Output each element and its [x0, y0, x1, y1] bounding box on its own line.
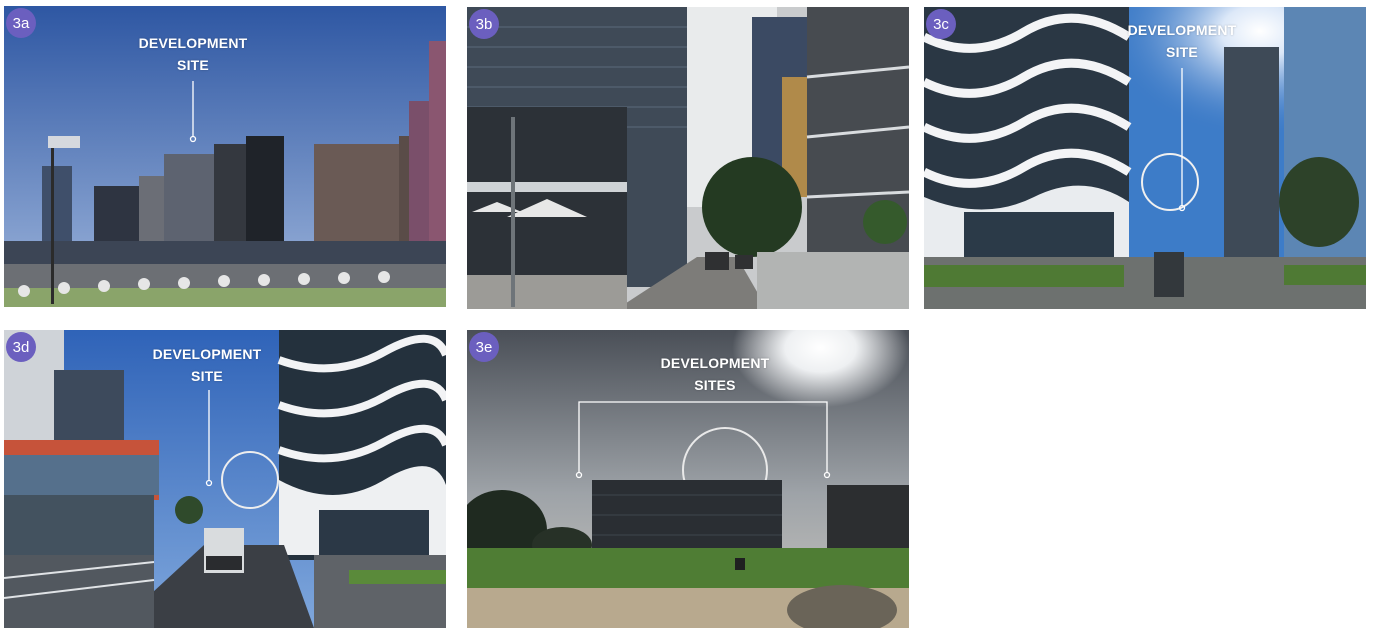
photo-badge: 3a	[6, 8, 36, 38]
photo-badge: 3c	[926, 9, 956, 39]
photo-3a: 3a DEVELOPMENT SITE	[4, 6, 446, 307]
label-line-1: DEVELOPMENT	[138, 35, 248, 51]
development-site-label: DEVELOPMENT SITE	[1107, 19, 1257, 63]
photo-3c: 3c DEVELOPMENT SITE	[924, 7, 1366, 309]
label-line-1: DEVELOPMENT	[1127, 22, 1237, 38]
development-sites-label: DEVELOPMENT SITES	[640, 352, 790, 396]
photo-3e: 3e DEVELOPMENT SITES	[467, 330, 909, 628]
label-line-2: SITES	[694, 377, 736, 393]
development-site-label: DEVELOPMENT SITE	[132, 343, 282, 387]
photo-3b: 3b	[467, 7, 909, 309]
photo-3b-scene	[467, 7, 909, 309]
development-site-label: DEVELOPMENT SITE	[118, 32, 268, 76]
photo-badge: 3e	[469, 332, 499, 362]
photo-badge: 3d	[6, 332, 36, 362]
label-line-2: SITE	[1166, 44, 1198, 60]
label-line-2: SITE	[177, 57, 209, 73]
photo-badge: 3b	[469, 9, 499, 39]
photo-3d: 3d DEVELOPMENT SITE	[4, 330, 446, 628]
label-line-2: SITE	[191, 368, 223, 384]
label-line-1: DEVELOPMENT	[660, 355, 770, 371]
label-line-1: DEVELOPMENT	[152, 346, 262, 362]
